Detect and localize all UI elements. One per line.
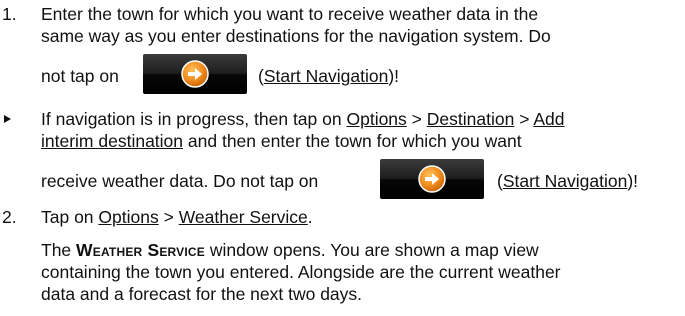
step-1-text: Enter the town for which you want to rec… bbox=[41, 3, 679, 47]
step-2-paragraph: The Weather Service window opens. You ar… bbox=[41, 239, 679, 305]
start-navigation-link[interactable]: Start Navigation bbox=[264, 66, 389, 86]
step-2-number: 2. bbox=[2, 207, 17, 227]
step-1-pre-button: not tap on bbox=[41, 66, 119, 86]
start-navigation-button[interactable] bbox=[143, 54, 247, 94]
add-interim-link-part-2[interactable]: interim destination bbox=[41, 131, 183, 151]
step-2-text: Tap on Options > Weather Service. The We… bbox=[41, 206, 679, 305]
weather-service-link[interactable]: Weather Service bbox=[179, 207, 308, 227]
step-2-para-line-1: The Weather Service window opens. You ar… bbox=[41, 240, 539, 260]
step-1-number: 1. bbox=[2, 4, 17, 24]
bullet-triangle-icon bbox=[4, 115, 11, 123]
bullet-button-line: receive weather data. Do not tap on bbox=[41, 170, 318, 192]
bullet-line-2: interim destination and then enter the t… bbox=[41, 131, 522, 151]
options-link[interactable]: Options bbox=[346, 109, 406, 129]
bullet-line-1: If navigation is in progress, then tap o… bbox=[41, 109, 565, 129]
add-interim-link-part-1[interactable]: Add bbox=[533, 109, 564, 129]
step-1-link-line: (Start Navigation)! bbox=[258, 66, 400, 86]
step-2-instruction: Tap on Options > Weather Service. bbox=[41, 207, 313, 227]
step-1-line-1: Enter the town for which you want to rec… bbox=[41, 4, 539, 24]
arrow-right-icon bbox=[181, 60, 209, 88]
bullet-link-line: (Start Navigation)! bbox=[497, 171, 639, 191]
arrow-right-icon bbox=[418, 165, 446, 193]
options-link-2[interactable]: Options bbox=[98, 207, 158, 227]
step-2-para-line-2: containing the town you entered. Alongsi… bbox=[41, 262, 561, 282]
step-2-para-line-3: data and a forecast for the next two day… bbox=[41, 284, 363, 304]
step-1-button-line: not tap on bbox=[41, 65, 119, 87]
start-navigation-link-2[interactable]: Start Navigation bbox=[503, 171, 628, 191]
weather-service-window-name: Weather Service bbox=[76, 240, 205, 260]
bullet-text: If navigation is in progress, then tap o… bbox=[41, 108, 679, 152]
bullet-line-3-pre: receive weather data. Do not tap on bbox=[41, 171, 319, 191]
destination-link[interactable]: Destination bbox=[427, 109, 515, 129]
start-navigation-button-2[interactable] bbox=[380, 159, 484, 199]
step-1-line-2: same way as you enter destinations for t… bbox=[41, 26, 551, 46]
